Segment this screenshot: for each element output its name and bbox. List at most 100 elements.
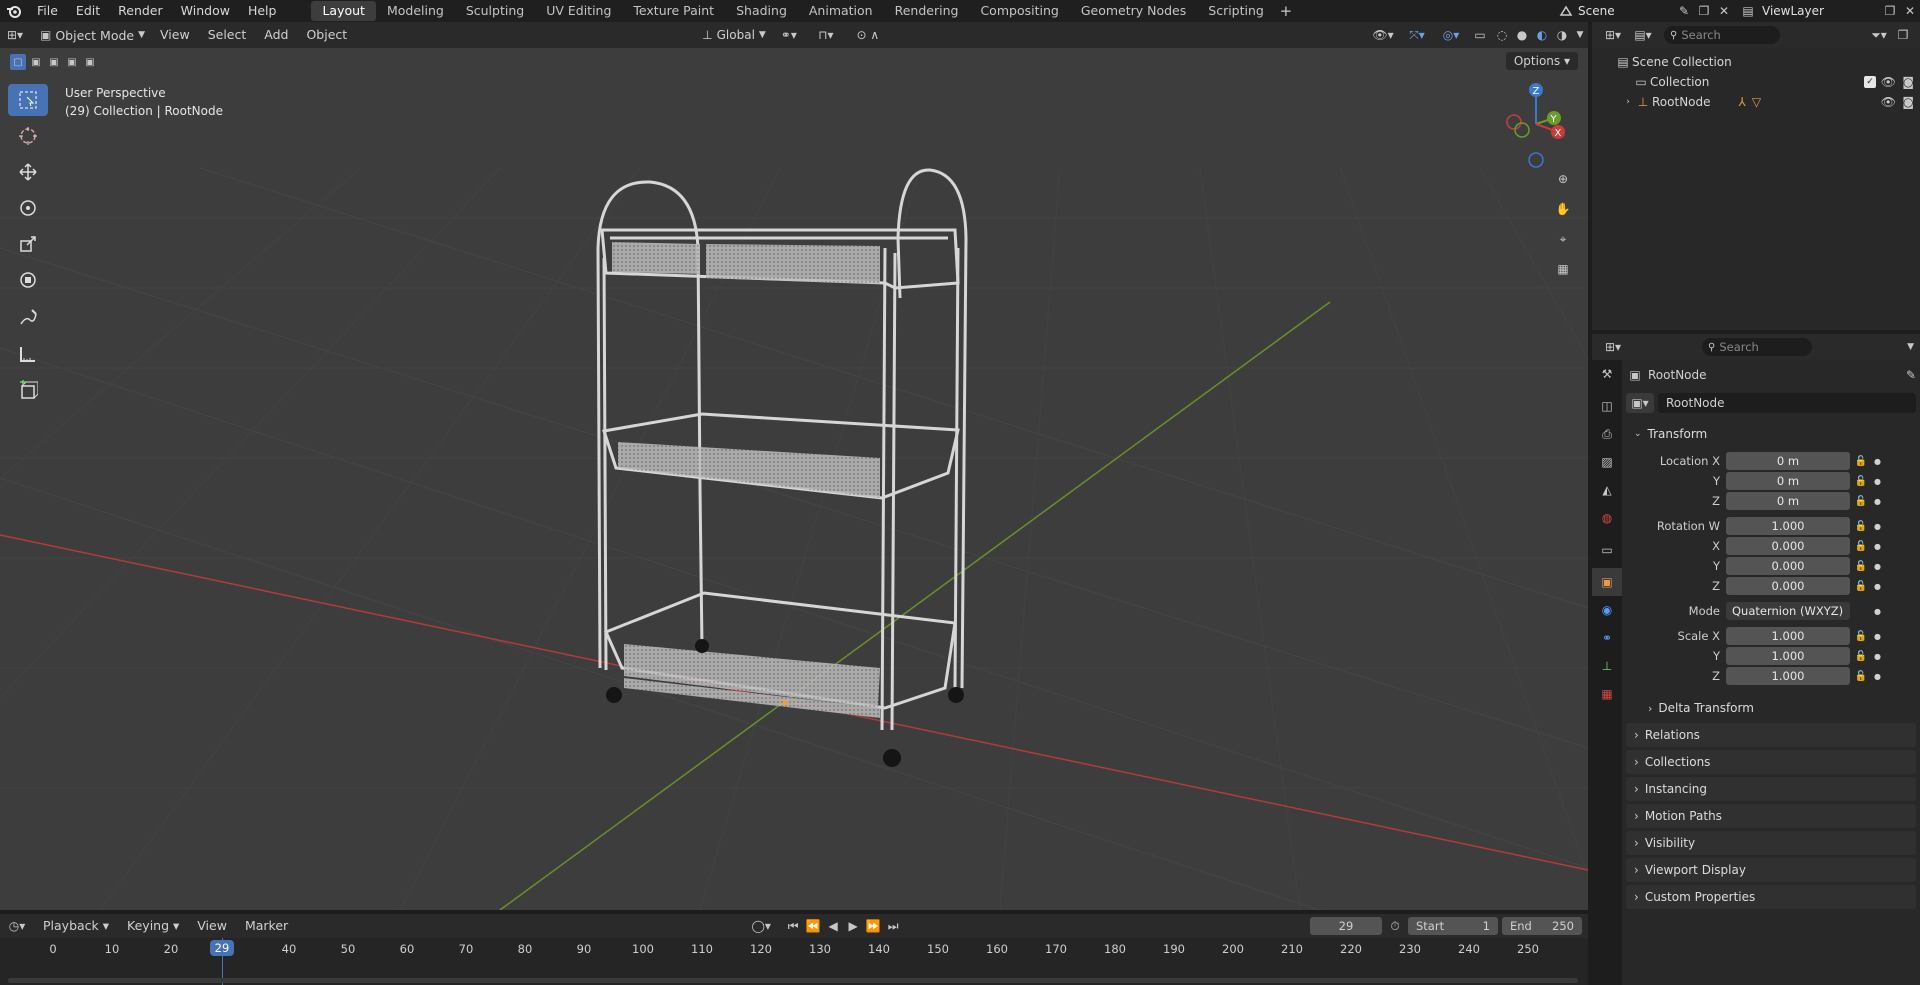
transform-tool[interactable] (8, 264, 48, 296)
keyframe-dot-icon[interactable]: ● (1874, 652, 1881, 661)
keyframe-dot-icon[interactable]: ● (1874, 562, 1881, 571)
keyframe-dot-icon[interactable]: ● (1874, 457, 1881, 466)
rotation-x-field[interactable]: 0.000 (1726, 537, 1850, 555)
scene-tab[interactable]: ◭ (1592, 476, 1622, 504)
select-box-tool[interactable] (8, 84, 48, 116)
lock-icon[interactable]: 🔓 (1850, 581, 1872, 592)
xray-icon[interactable]: ▭ (1468, 28, 1492, 42)
scene-icon[interactable] (1554, 5, 1578, 17)
scale-tool[interactable] (8, 228, 48, 260)
constraints-tab[interactable]: ⚭ (1592, 624, 1622, 652)
menu-window[interactable]: Window (172, 0, 239, 22)
options-button[interactable]: Options ▾ (1505, 52, 1578, 70)
keyframe-dot-icon[interactable]: ● (1874, 582, 1881, 591)
menu-playback[interactable]: Playback ▾ (34, 915, 118, 937)
rotation-mode-dropdown[interactable]: Quaternion (WXYZ) ⌄ (1726, 602, 1850, 636)
transform-panel-header[interactable]: ⌄ Transform (1626, 422, 1916, 446)
filter-icon[interactable]: ⏷▾ (1866, 28, 1892, 43)
current-frame-field[interactable]: 29 (1310, 917, 1382, 935)
timeline-area[interactable]: 0 10 20 40 50 60 70 80 90 100 110 120 130 140 150 160 17… (0, 938, 1588, 985)
tab-modeling[interactable]: Modeling (376, 1, 455, 21)
menu-object[interactable]: Object (297, 24, 356, 46)
outliner-row-scene-collection[interactable]: ▤ Scene Collection (1592, 52, 1920, 72)
output-tab[interactable]: ⎙ (1592, 420, 1622, 448)
texture-tab[interactable]: ▦ (1592, 680, 1622, 708)
display-mode-icon[interactable]: ▤▾ (1628, 28, 1658, 42)
collections-panel-header[interactable]: › Collections (1626, 750, 1916, 774)
gizmo-toggle-icon[interactable]: ⤧▾ (1400, 28, 1434, 43)
keyframe-dot-icon[interactable]: ● (1874, 607, 1881, 616)
keyframe-dot-icon[interactable]: ● (1874, 522, 1881, 531)
menu-select[interactable]: Select (199, 24, 256, 46)
view-layer-icon[interactable]: ▤ (1734, 4, 1762, 18)
tab-rendering[interactable]: Rendering (884, 1, 970, 21)
pin-icon[interactable]: ✎ (1674, 4, 1694, 18)
next-keyframe-icon[interactable]: ⏩ (863, 919, 883, 933)
lock-icon[interactable]: 🔓 (1850, 561, 1872, 572)
end-frame-field[interactable]: End 250 (1502, 917, 1582, 935)
play-icon[interactable]: ▶ (843, 919, 863, 933)
chevron-right-icon[interactable]: › (1622, 97, 1634, 107)
add-cube-tool[interactable] (8, 374, 48, 406)
keyframe-dot-icon[interactable]: ● (1874, 477, 1881, 486)
rotate-tool[interactable] (8, 192, 48, 224)
view-layer-name[interactable]: ViewLayer (1762, 4, 1880, 18)
camera-icon[interactable]: ◙ (1902, 75, 1914, 89)
object-type-dropdown-icon[interactable]: ▣▾ (1626, 393, 1654, 413)
tab-compositing[interactable]: Compositing (969, 1, 1069, 21)
menu-edit[interactable]: Edit (67, 0, 109, 22)
tool-settings-tab[interactable]: ⚒ (1592, 360, 1622, 388)
tab-layout[interactable]: Layout (311, 1, 376, 21)
checkbox-icon[interactable]: ✓ (1864, 76, 1876, 88)
lock-icon[interactable]: 🔓 (1850, 456, 1872, 467)
select-new-icon[interactable]: ▢ (10, 54, 26, 70)
jump-start-icon[interactable]: ⏮ (783, 919, 803, 934)
object-name-field[interactable]: RootNode (1658, 393, 1916, 413)
jump-end-icon[interactable]: ⏭ (883, 919, 903, 934)
stopwatch-icon[interactable]: ⏱ (1382, 919, 1408, 934)
material-shading-icon[interactable]: ◐ (1532, 28, 1552, 42)
rendered-shading-icon[interactable]: ◑ (1552, 28, 1572, 42)
menu-help[interactable]: Help (239, 0, 286, 22)
object-tab[interactable]: ▣ (1592, 568, 1622, 596)
scale-x-field[interactable]: 1.000 (1726, 627, 1850, 645)
menu-keying[interactable]: Keying ▾ (118, 915, 188, 937)
navigation-gizmo[interactable]: Z Y X (1494, 82, 1574, 172)
lock-icon[interactable]: 🔓 (1850, 671, 1872, 682)
select-invert-icon[interactable]: ▣ (64, 54, 80, 70)
delete-view-layer-icon[interactable]: ✕ (1900, 4, 1920, 18)
solid-shading-icon[interactable]: ● (1512, 28, 1532, 42)
snap-icon[interactable]: ⊓▾ (806, 28, 846, 42)
tab-animation[interactable]: Animation (798, 1, 884, 21)
annotate-tool[interactable] (8, 302, 48, 334)
visibility-icon[interactable]: 👁▾ (1366, 28, 1400, 42)
menu-timeline-view[interactable]: View (188, 915, 236, 937)
tab-shading[interactable]: Shading (725, 1, 798, 21)
shading-options-icon[interactable]: ▼ (1572, 30, 1588, 40)
rotation-w-field[interactable]: 1.000 (1726, 517, 1850, 535)
tab-scripting[interactable]: Scripting (1197, 1, 1275, 21)
blender-logo-icon[interactable] (0, 0, 28, 22)
proportional-edit-icon[interactable]: ⊙ ∧ (846, 28, 890, 42)
tab-uv-editing[interactable]: UV Editing (535, 1, 622, 21)
timeline-editor-icon[interactable]: ◷▾ (0, 919, 34, 933)
pin-icon[interactable]: ✎ (1906, 368, 1916, 382)
camera-view-icon[interactable]: ⌖ (1550, 226, 1576, 252)
move-tool[interactable] (8, 156, 48, 188)
lock-icon[interactable]: 🔓 (1850, 651, 1872, 662)
world-tab[interactable]: ◍ (1592, 504, 1622, 532)
delete-scene-icon[interactable]: ✕ (1714, 4, 1734, 18)
record-icon[interactable]: ◯▾ (747, 919, 775, 933)
rotation-y-field[interactable]: 0.000 (1726, 557, 1850, 575)
cursor-tool[interactable] (8, 120, 48, 152)
mode-dropdown[interactable]: ▣ Object Mode ▼ (34, 27, 152, 43)
properties-editor-icon[interactable]: ⊞▾ (1598, 340, 1628, 354)
location-y-field[interactable]: 0 m (1726, 472, 1850, 490)
scene-name[interactable]: Scene (1578, 4, 1674, 18)
new-collection-icon[interactable]: ❐ (1892, 28, 1914, 42)
camera-icon[interactable]: ◙ (1902, 95, 1914, 109)
timeline-scrollbar[interactable] (8, 978, 1578, 983)
motion-paths-panel-header[interactable]: › Motion Paths (1626, 804, 1916, 828)
zoom-icon[interactable]: ⊕ (1550, 166, 1576, 192)
scale-z-field[interactable]: 1.000 (1726, 667, 1850, 685)
